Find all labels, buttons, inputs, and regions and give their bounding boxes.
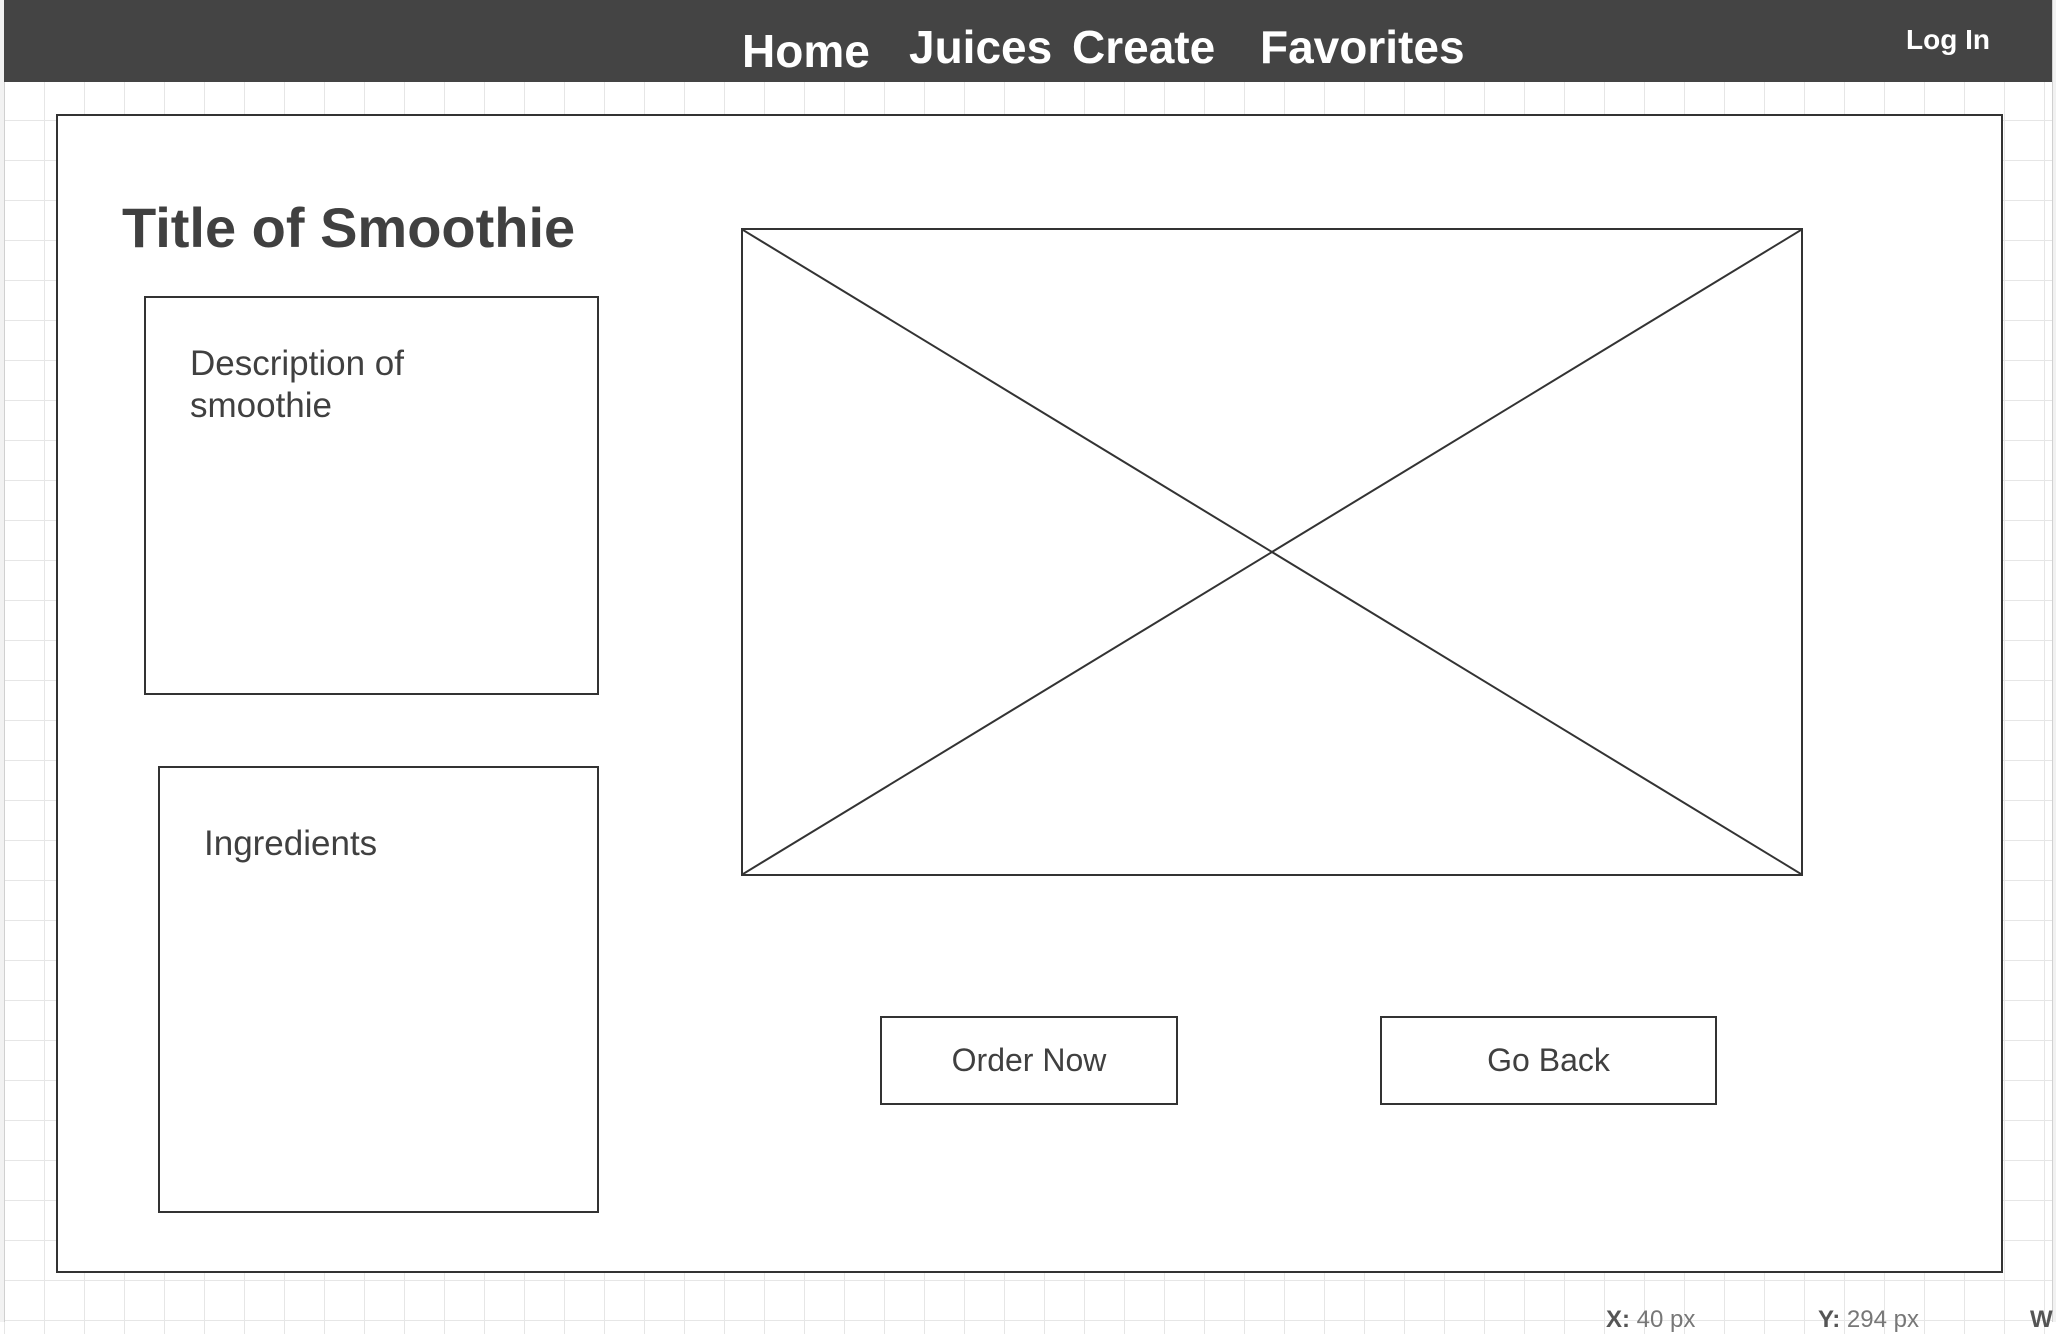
- description-text: Description of smoothie: [190, 344, 404, 425]
- go-back-button[interactable]: Go Back: [1380, 1016, 1717, 1105]
- canvas-left-edge: [0, 0, 5, 1322]
- ingredients-text: Ingredients: [204, 824, 378, 863]
- ingredients-panel: Ingredients: [158, 766, 599, 1213]
- status-x-readout: X: 40 px: [1606, 1306, 1695, 1334]
- status-y-readout: Y: 294 px: [1818, 1306, 1919, 1334]
- status-w-label: W: [2030, 1306, 2053, 1333]
- status-x-value: 40 px: [1636, 1306, 1696, 1333]
- image-placeholder-icon: [743, 230, 1801, 874]
- nav-home-link[interactable]: Home: [742, 24, 870, 78]
- status-x-label: X:: [1606, 1306, 1630, 1333]
- nav-juices-link[interactable]: Juices: [909, 20, 1052, 74]
- nav-favorites-link[interactable]: Favorites: [1260, 20, 1465, 74]
- status-y-value: 294 px: [1846, 1306, 1919, 1333]
- page-title: Title of Smoothie: [122, 196, 576, 259]
- login-link[interactable]: Log In: [1906, 24, 1990, 56]
- smoothie-image-placeholder: [741, 228, 1803, 876]
- top-navbar: Home Juices Create Favorites Log In: [4, 0, 2052, 82]
- order-now-button[interactable]: Order Now: [880, 1016, 1178, 1105]
- status-y-label: Y:: [1818, 1306, 1841, 1333]
- description-panel: Description of smoothie: [144, 296, 599, 695]
- nav-create-link[interactable]: Create: [1072, 20, 1215, 74]
- canvas-right-edge: [2052, 0, 2056, 1322]
- status-w-readout: W: [2030, 1306, 2053, 1334]
